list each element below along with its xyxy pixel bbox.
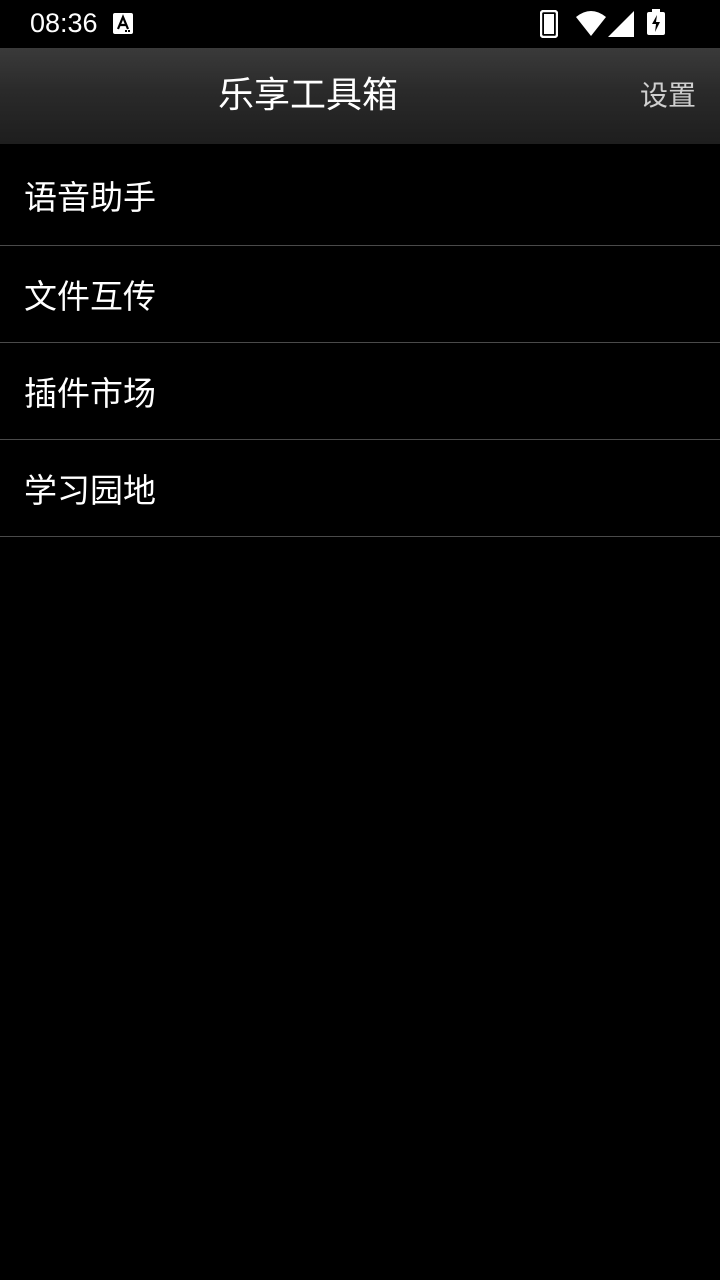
list-item-plugin-market[interactable]: 插件市场: [0, 343, 720, 440]
list-item-label: 语音助手: [24, 177, 156, 217]
list-item-voice-assistant[interactable]: 语音助手: [0, 144, 720, 246]
page-title: 乐享工具箱: [217, 75, 398, 116]
phone-icon: [540, 10, 558, 38]
cell-signal-icon: [608, 11, 634, 37]
menu-list: 语音助手 文件互传 插件市场 学习园地: [0, 144, 720, 537]
battery-charging-icon: [647, 9, 665, 35]
action-bar: 乐享工具箱 设置: [0, 48, 720, 144]
text-input-a-icon: [113, 13, 133, 34]
list-item-file-transfer[interactable]: 文件互传: [0, 246, 720, 343]
status-time: 08:36: [30, 8, 98, 38]
list-item-label: 插件市场: [24, 374, 156, 413]
list-item-label: 文件互传: [24, 277, 156, 316]
wifi-icon: [576, 11, 606, 36]
list-item-learning-garden[interactable]: 学习园地: [0, 440, 720, 537]
status-bar: 08:36: [0, 0, 720, 48]
settings-button[interactable]: 设置: [640, 72, 696, 120]
list-item-label: 学习园地: [24, 471, 156, 510]
